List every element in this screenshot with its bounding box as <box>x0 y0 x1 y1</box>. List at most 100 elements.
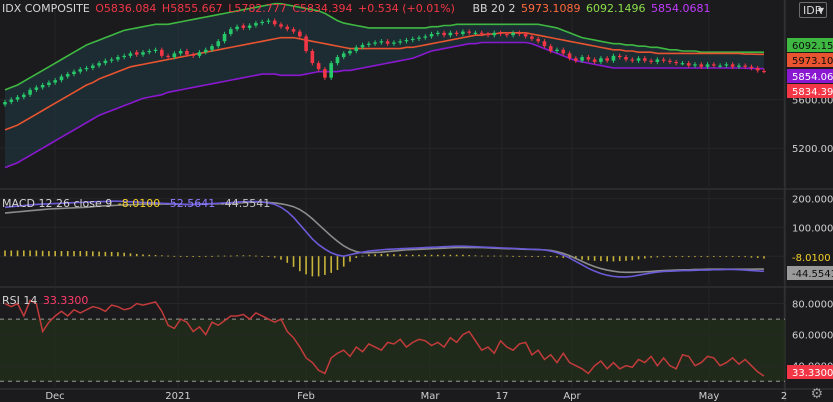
macd-hist-tag: -8.0100 <box>792 253 831 264</box>
macd-hist-bar <box>292 256 295 267</box>
candle <box>28 89 32 95</box>
macd-hist-bar <box>587 256 590 261</box>
macd-hist-bar <box>430 254 433 257</box>
candle <box>592 59 597 62</box>
macd-hist-bar <box>631 256 634 261</box>
candle <box>755 68 760 71</box>
macd-tick-label: 100.0000 <box>792 223 833 234</box>
candle <box>467 31 471 33</box>
macd-hist-bar <box>756 256 759 258</box>
gear-icon[interactable]: ⚙ <box>810 387 823 401</box>
candle <box>247 25 252 28</box>
candle <box>241 25 246 28</box>
candle <box>298 31 302 37</box>
candle <box>454 32 459 34</box>
candle <box>743 65 747 67</box>
candle <box>636 58 641 61</box>
macd-hist-bar <box>79 251 82 257</box>
candle <box>172 53 177 58</box>
macd-hist-bar <box>135 253 138 257</box>
candle <box>9 99 14 102</box>
macd-hist-bar <box>186 256 188 258</box>
macd-hist-bar <box>129 253 132 257</box>
macd-hist-bar <box>280 256 282 260</box>
candle <box>498 32 503 34</box>
candle <box>749 66 754 68</box>
rsi-tick-label: 60.0000 <box>792 331 833 342</box>
macd-hist-bar <box>305 256 307 275</box>
macd-hist-bar <box>386 253 389 257</box>
candle <box>373 42 377 44</box>
macd-hist-bar <box>311 256 314 277</box>
candle <box>505 34 509 36</box>
bb-upper-value: 6092.1496 <box>586 2 646 15</box>
macd-hist-bar <box>4 250 6 257</box>
macd-hist-bar <box>562 256 565 258</box>
candle <box>279 24 283 27</box>
candle <box>166 55 170 58</box>
macd-hist-bar <box>618 256 621 262</box>
candle <box>178 51 183 54</box>
candle <box>15 97 20 100</box>
macd-hist-bar <box>204 255 207 257</box>
currency-selector[interactable]: IDR ▼ <box>799 2 827 18</box>
macd-hist-bar <box>267 256 270 258</box>
candle <box>128 53 133 56</box>
candle <box>392 42 396 44</box>
time-tick-label: Feb <box>297 391 315 401</box>
rsi-value: 33.3300 <box>42 294 89 307</box>
macd-hist-bar <box>361 255 364 257</box>
candle <box>310 51 315 64</box>
candle <box>517 32 522 34</box>
candle <box>737 65 741 67</box>
candle <box>605 58 609 61</box>
macd-label: MACD 12 26 close 9 <box>2 197 113 210</box>
macd-signal-value: -44.5541 <box>220 197 271 210</box>
candle <box>229 29 233 34</box>
macd-hist-bar <box>713 256 715 258</box>
macd-hist-bar <box>355 256 358 258</box>
bb-lower-tag: 5854.068 <box>792 72 833 83</box>
macd-hist-bar <box>687 256 690 258</box>
macd-hist-bar <box>85 251 88 257</box>
candle <box>210 46 214 50</box>
macd-tick-label: 200.0000 <box>792 195 833 206</box>
candle <box>91 65 95 68</box>
symbol-name: IDX COMPOSITE <box>2 2 90 15</box>
macd-hist-bar <box>418 254 420 257</box>
candle <box>109 59 114 61</box>
candle <box>260 21 264 24</box>
candle <box>329 63 333 78</box>
time-tick-label: Apr <box>563 391 581 401</box>
macd-hist-bar <box>104 251 107 257</box>
candle <box>699 64 704 67</box>
macd-hist-bar <box>437 254 439 257</box>
candle <box>429 34 434 37</box>
macd-hist-bar <box>167 255 169 257</box>
macd-hist-bar <box>110 251 113 257</box>
candle <box>59 76 64 81</box>
macd-hist-bar <box>474 255 477 257</box>
macd-hist-bar <box>493 255 496 257</box>
macd-hist-bar <box>669 256 671 258</box>
macd-hist-bar <box>73 251 75 257</box>
candle <box>65 74 70 77</box>
bb-mid-value: 5973.1089 <box>521 2 581 15</box>
rsi-band <box>0 319 785 382</box>
macd-hist-bar <box>374 254 376 257</box>
macd-header: MACD 12 26 close 9 -8.0100 -52.5641 -44.… <box>2 197 272 211</box>
macd-hist-bar <box>719 256 721 258</box>
candle <box>530 36 534 39</box>
low-value: L5782.777 <box>228 2 287 15</box>
candle <box>511 32 515 36</box>
macd-hist-bar <box>731 256 734 258</box>
candle <box>304 36 308 51</box>
time-tick-label: Mar <box>421 391 441 401</box>
candle <box>611 55 616 61</box>
macd-hist-bar <box>380 253 383 257</box>
macd-hist-bar <box>581 256 583 260</box>
macd-hist-bar <box>349 256 351 262</box>
candle <box>718 65 722 67</box>
candle <box>548 46 553 51</box>
candle <box>22 94 26 98</box>
